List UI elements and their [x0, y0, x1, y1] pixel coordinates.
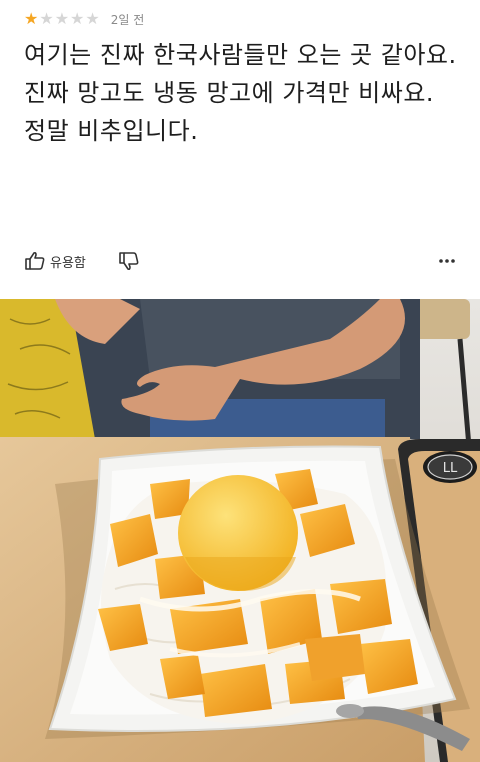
review-line: 여기는 진짜 한국사람들만 오는 곳 같아요. — [24, 41, 457, 69]
more-options-button[interactable] — [438, 258, 456, 264]
rating-row: ★ ★ ★ ★ ★ 2일 전 — [24, 9, 144, 29]
star-empty-icon: ★ — [39, 9, 54, 28]
review-line: 정말 비추입니다. — [24, 117, 199, 145]
unhelpful-button[interactable] — [118, 251, 140, 271]
thumbs-down-icon — [119, 252, 139, 271]
star-empty-icon: ★ — [70, 9, 85, 28]
review-photo[interactable]: LL — [0, 299, 480, 762]
review-actions: 유용함 — [24, 248, 456, 274]
helpful-button[interactable]: 유용함 — [24, 251, 86, 271]
review-time: 2일 전 — [110, 12, 145, 27]
star-filled-icon: ★ — [24, 9, 39, 28]
more-options-icon — [439, 259, 455, 263]
review-line: 진짜 망고도 냉동 망고에 가격만 비싸요. — [24, 79, 435, 107]
helpful-label: 유용함 — [50, 255, 86, 271]
cup-label: LL — [443, 461, 458, 476]
review-text: 여기는 진짜 한국사람들만 오는 곳 같아요. 진짜 망고도 냉동 망고에 가격… — [24, 36, 464, 150]
thumbs-up-icon — [25, 251, 45, 270]
star-empty-icon: ★ — [85, 9, 100, 28]
star-empty-icon: ★ — [54, 9, 70, 28]
